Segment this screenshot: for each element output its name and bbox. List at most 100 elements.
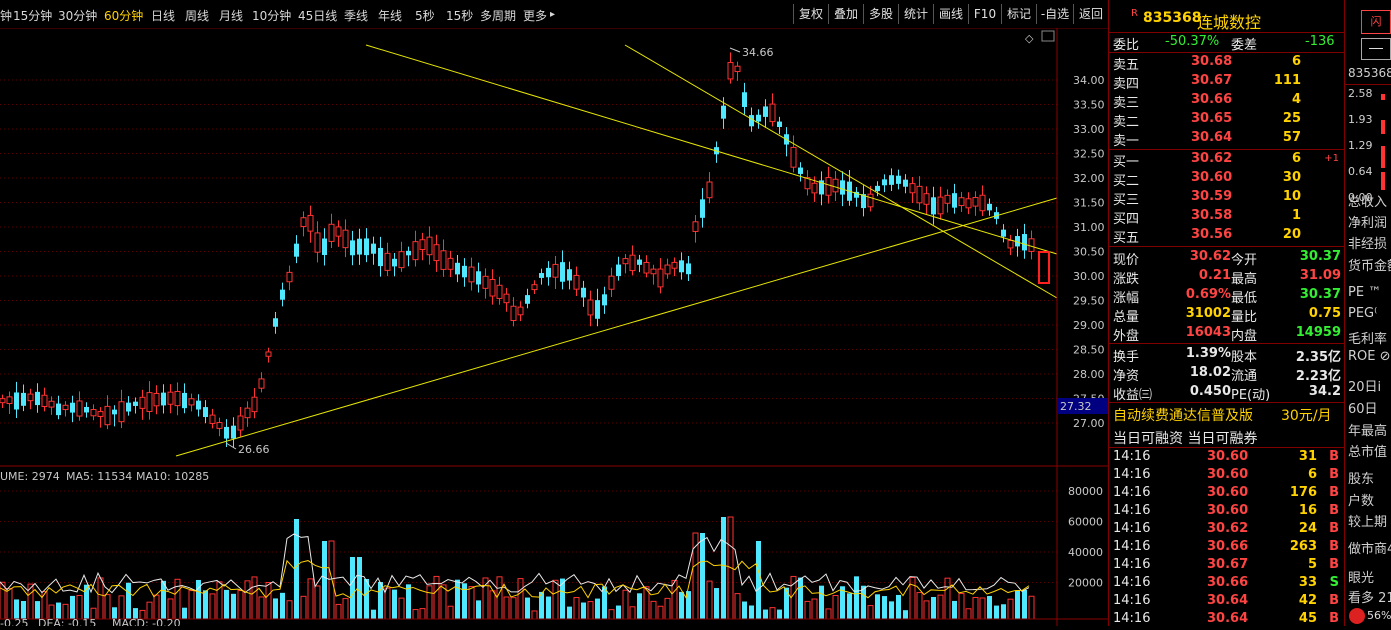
tick-row[interactable]: 14:16 30.64 42 B	[1109, 592, 1345, 610]
side-label[interactable]: 眼光	[1348, 567, 1374, 586]
f10-button[interactable]: F10	[968, 4, 1001, 24]
period-15min[interactable]: 15分钟	[13, 7, 52, 24]
side-label[interactable]: 非经损	[1348, 233, 1387, 252]
candle-down	[798, 167, 803, 174]
side-label[interactable]: 股东	[1348, 468, 1374, 487]
tick-volume: 5	[1307, 557, 1317, 572]
volume-bar-up	[258, 596, 265, 620]
volume-bar-down	[700, 533, 705, 619]
period-year[interactable]: 年线	[378, 7, 402, 24]
volume-bars	[0, 516, 1035, 620]
side-label[interactable]: PEG⁽	[1348, 306, 1377, 321]
period-quarter[interactable]: 季线	[344, 7, 368, 24]
period-daily[interactable]: 日线	[151, 7, 175, 24]
bid-row[interactable]: 买二 30.60 30	[1109, 169, 1345, 189]
candle-down	[231, 425, 236, 439]
period-15s[interactable]: 15秒	[446, 7, 473, 24]
tick-row[interactable]: 14:16 30.67 5 B	[1109, 556, 1345, 574]
bid-row[interactable]: 买四 30.58 1	[1109, 207, 1345, 227]
kline-chart[interactable]: 34.00 33.50 33.00 32.50 32.00 31.50 31.00 30.50…	[0, 28, 1108, 630]
bid-row[interactable]: 买三 30.59 10	[1109, 188, 1345, 208]
stat-value-2: 31.09	[1299, 268, 1341, 283]
tick-price: 30.66	[1207, 575, 1249, 590]
ask-row[interactable]: 卖四 30.67 111	[1109, 72, 1345, 92]
tick-volume: 45	[1298, 611, 1317, 626]
side-label[interactable]: 年最高	[1348, 420, 1387, 439]
period-more[interactable]: 更多	[523, 7, 547, 24]
period-10min[interactable]: 10分钟	[252, 7, 291, 24]
volume-bar-up	[552, 579, 559, 620]
promo-row[interactable]: 自动续费通达信普及版 30元/月	[1109, 404, 1345, 426]
bid-row[interactable]: 买五 30.56 20	[1109, 226, 1345, 246]
period-5s[interactable]: 5秒	[415, 7, 435, 24]
ask-row[interactable]: 卖三 30.66 4	[1109, 91, 1345, 111]
side-label[interactable]: 20日i	[1348, 376, 1381, 395]
tick-row[interactable]: 14:16 30.60 6 B	[1109, 466, 1345, 484]
tick-price: 30.67	[1207, 557, 1249, 572]
candle-up	[622, 258, 629, 265]
stat-value-2: 14959	[1295, 325, 1341, 340]
tick-row[interactable]: 14:16 30.60 16 B	[1109, 502, 1345, 520]
candle-up	[6, 396, 13, 404]
side-label[interactable]: 货币金额	[1348, 255, 1391, 274]
bid-row[interactable]: 买一 30.62 6 +1	[1109, 150, 1345, 170]
side-label[interactable]: 总收入	[1348, 191, 1387, 210]
side-label[interactable]: 毛利率	[1348, 328, 1387, 347]
ask-row[interactable]: 卖五 30.68 6	[1109, 53, 1345, 73]
ask-volume: 4	[1291, 92, 1301, 107]
side-label[interactable]: 做市商4	[1348, 538, 1391, 557]
ask-row[interactable]: 卖二 30.65 25	[1109, 110, 1345, 130]
volume-tick: 20000	[1068, 577, 1103, 590]
back-button[interactable]: 返回	[1073, 4, 1109, 24]
fuquan-button[interactable]: 复权	[793, 4, 828, 24]
tick-row[interactable]: 14:16 30.66 33 S	[1109, 574, 1345, 592]
side-label[interactable]: PE ™	[1348, 285, 1381, 300]
statistics-button[interactable]: 统计	[898, 4, 933, 24]
side-label[interactable]: 净利润	[1348, 212, 1387, 231]
side-label[interactable]: 户数	[1348, 490, 1374, 509]
bid-price: 30.58	[1191, 208, 1233, 223]
candle-down	[476, 271, 481, 285]
draw-line-button[interactable]: 画线	[933, 4, 968, 24]
candle-up	[811, 182, 818, 194]
side-label[interactable]: 看多 21	[1348, 587, 1391, 606]
tick-time: 14:16	[1113, 449, 1151, 464]
volume-bar-up	[209, 593, 216, 620]
tick-price: 30.64	[1207, 593, 1249, 608]
volume-bar-up	[104, 594, 111, 620]
volume-bar-up	[426, 585, 433, 620]
candle-up	[769, 103, 776, 123]
window-toggle-icon[interactable]	[1041, 30, 1055, 42]
tick-row[interactable]: 14:16 30.64 45 B	[1109, 610, 1345, 628]
volume-tick: 40000	[1068, 546, 1103, 559]
candle-up	[790, 146, 797, 168]
tick-row[interactable]: 14:16 30.60 31 B	[1109, 448, 1345, 466]
tick-row[interactable]: 14:16 30.62 24 B	[1109, 520, 1345, 538]
tick-row[interactable]: 14:16 30.66 263 B	[1109, 538, 1345, 556]
multi-stock-button[interactable]: 多股	[863, 4, 898, 24]
watchlist-button[interactable]: -自选	[1036, 4, 1073, 24]
diamond-icon[interactable]: ◇	[1025, 32, 1034, 45]
side-label[interactable]: 60日	[1348, 398, 1378, 417]
period-30min[interactable]: 30分钟	[58, 7, 97, 24]
mark-button[interactable]: 标记	[1001, 4, 1036, 24]
flash-button[interactable]: 闪	[1361, 10, 1391, 34]
ask-volume: 25	[1282, 111, 1301, 126]
minimize-button[interactable]	[1361, 38, 1391, 60]
period-60min[interactable]: 60分钟	[104, 7, 143, 24]
side-label[interactable]: 较上期	[1348, 511, 1387, 530]
side-label[interactable]: 总市值	[1348, 441, 1387, 460]
volume-bar-up	[587, 601, 594, 620]
period-multi[interactable]: 多周期	[480, 7, 516, 24]
ask-row[interactable]: 卖一 30.64 57	[1109, 129, 1345, 149]
overlay-button[interactable]: 叠加	[828, 4, 863, 24]
volume-bar-down	[637, 593, 642, 619]
tick-row[interactable]: 14:16 30.60 176 B	[1109, 484, 1345, 502]
promo-text[interactable]: 自动续费通达信普及版	[1113, 405, 1253, 425]
period-weekly[interactable]: 周线	[185, 7, 209, 24]
period-45day[interactable]: 45日线	[298, 7, 337, 24]
period-monthly[interactable]: 月线	[219, 7, 243, 24]
side-label[interactable]: ROE ⊘	[1348, 349, 1391, 364]
promo-price[interactable]: 30元/月	[1281, 405, 1332, 425]
weibi-row: 委比 -50.37% 委差 -136	[1109, 33, 1345, 53]
